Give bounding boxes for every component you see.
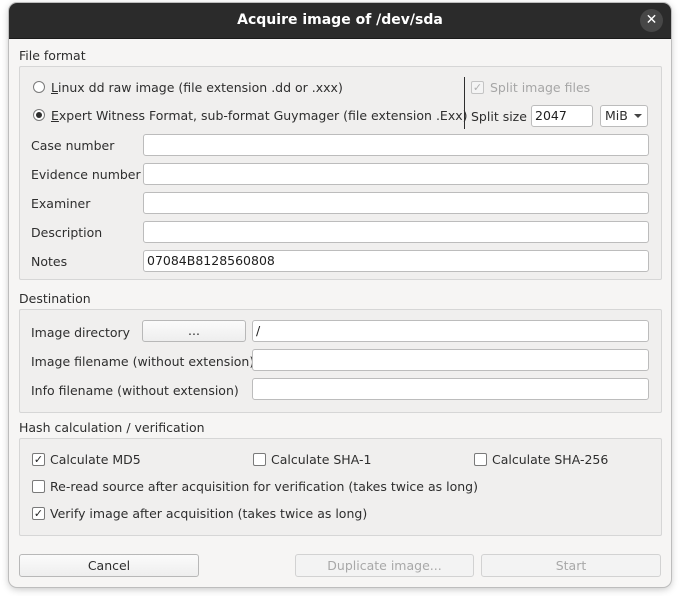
calculate-sha256-checkbox[interactable] (474, 453, 487, 466)
image-directory-label: Image directory (31, 325, 131, 340)
close-icon[interactable]: ✕ (640, 9, 663, 32)
info-filename-label: Info filename (without extension) (31, 383, 239, 398)
file-format-group: Linux dd raw image (file extension .dd o… (19, 66, 662, 280)
radio-expert-witness[interactable] (33, 109, 45, 121)
reread-source-label: Re-read source after acquisition for ver… (50, 479, 478, 494)
reread-source-checkbox[interactable] (32, 480, 45, 493)
image-filename-input[interactable] (252, 349, 649, 371)
cancel-button[interactable]: Cancel (19, 554, 199, 577)
split-size-label: Split size (471, 109, 527, 124)
calculate-sha1-label: Calculate SHA-1 (271, 452, 372, 467)
radio-linux-dd-label[interactable]: Linux dd raw image (file extension .dd o… (51, 80, 343, 95)
calculate-md5-label: Calculate MD5 (50, 452, 141, 467)
info-filename-input[interactable] (252, 378, 649, 400)
image-filename-label: Image filename (without extension) (31, 354, 255, 369)
split-image-files-label: Split image files (490, 80, 591, 95)
hash-section-label: Hash calculation / verification (19, 420, 205, 435)
calculate-md5-checkbox[interactable]: ✓ (32, 453, 45, 466)
split-size-unit-value: MiB (605, 108, 628, 123)
window-title: Acquire image of /dev/sda (237, 12, 443, 28)
format-separator (464, 77, 465, 129)
examiner-label: Examiner (31, 196, 91, 211)
image-directory-input[interactable]: / (252, 320, 649, 342)
case-number-label: Case number (31, 138, 115, 153)
chevron-down-icon (634, 114, 642, 118)
browse-directory-button[interactable]: ... (142, 320, 246, 342)
acquire-image-dialog: Acquire image of /dev/sda ✕ File format … (9, 3, 671, 587)
radio-linux-dd[interactable] (33, 81, 45, 93)
examiner-input[interactable] (143, 192, 649, 214)
verify-image-checkbox[interactable]: ✓ (32, 507, 45, 520)
evidence-number-input[interactable] (143, 163, 649, 185)
calculate-sha256-label: Calculate SHA-256 (492, 452, 609, 467)
destination-section-label: Destination (19, 291, 91, 306)
start-button[interactable]: Start (481, 554, 661, 577)
description-label: Description (31, 225, 103, 240)
verify-image-label: Verify image after acquisition (takes tw… (50, 506, 368, 521)
description-input[interactable] (143, 221, 649, 243)
radio-expert-witness-label[interactable]: Expert Witness Format, sub-format Guymag… (51, 108, 468, 123)
notes-input[interactable]: 07084B8128560808 (143, 250, 649, 272)
split-size-input[interactable]: 2047 (531, 105, 593, 127)
duplicate-image-button[interactable]: Duplicate image... (295, 554, 474, 577)
calculate-sha1-checkbox[interactable] (253, 453, 266, 466)
title-bar: Acquire image of /dev/sda ✕ (9, 3, 671, 39)
evidence-number-label: Evidence number (31, 167, 141, 182)
file-format-section-label: File format (19, 48, 86, 63)
destination-group: Image directory ... / Image filename (wi… (19, 309, 662, 413)
case-number-input[interactable] (143, 134, 649, 156)
notes-label: Notes (31, 254, 68, 269)
split-size-unit-select[interactable]: MiB (600, 105, 648, 127)
split-image-files-checkbox[interactable]: ✓ (471, 81, 484, 94)
hash-group: ✓ Calculate MD5 Calculate SHA-1 Calculat… (19, 438, 662, 536)
